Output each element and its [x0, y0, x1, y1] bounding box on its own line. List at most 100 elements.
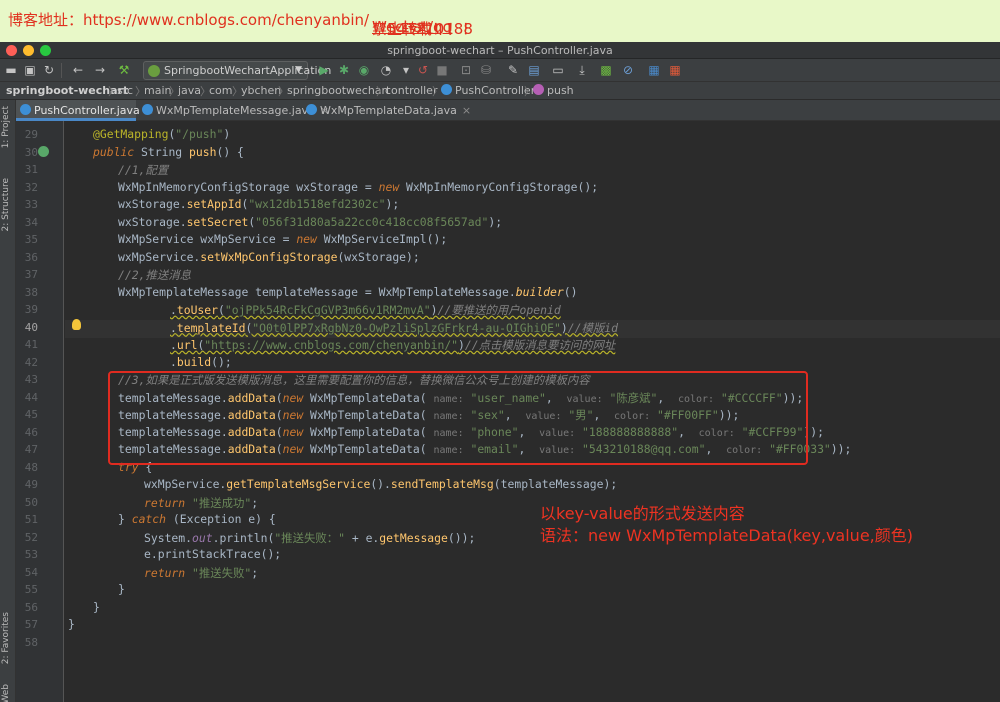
intention-bulb-icon[interactable] — [72, 319, 81, 330]
translate-icon[interactable]: ▦ — [646, 62, 662, 78]
code-line-41: .url("https://www.cnblogs.com/chenyanbin… — [170, 338, 616, 352]
profile-icon[interactable]: ◔ — [378, 62, 394, 78]
sync-icon[interactable]: ↻ — [41, 62, 57, 78]
method-icon — [533, 84, 544, 95]
code-line-30: public String push() { — [93, 144, 244, 159]
line-number: 35 — [24, 233, 38, 246]
wrench-icon[interactable]: ✎ — [505, 62, 521, 78]
line-number: 44 — [24, 390, 38, 404]
line-number: 41 — [24, 338, 38, 351]
code-line-55: } — [118, 582, 125, 596]
tab-template-message[interactable]: WxMpTemplateMessage.java × — [138, 100, 329, 121]
toolbar-separator — [61, 63, 62, 78]
close-icon[interactable]: × — [462, 104, 471, 117]
spring-icon — [148, 65, 160, 77]
more-run-icon[interactable]: ▾ — [398, 62, 414, 78]
line-number: 51 — [24, 513, 38, 526]
breadcrumb-main[interactable]: main — [144, 84, 171, 97]
web-tool-tab[interactable]: Web — [1, 684, 11, 702]
code-line-49: wxMpService.getTemplateMsgService().send… — [144, 477, 618, 491]
breadcrumb-java[interactable]: java — [178, 84, 201, 97]
code-line-54: return "推送失败"; — [144, 565, 259, 580]
open-folder-icon[interactable]: ▬ — [3, 62, 19, 78]
stop-icon[interactable]: ■ — [434, 62, 450, 78]
breadcrumb-method[interactable]: push — [533, 84, 574, 97]
line-number: 48 — [24, 460, 38, 474]
line-number: 56 — [24, 600, 38, 614]
chevron-down-icon: ▼ — [295, 65, 302, 75]
save-icon[interactable]: ▣ — [22, 62, 38, 78]
annotation-note: 以key-value的形式发送内容 语法：new WxMpTemplateDat… — [540, 503, 960, 547]
project-tool-tab[interactable]: 1: Project — [1, 106, 11, 148]
run-gutter-icon[interactable] — [38, 146, 49, 157]
line-number: 55 — [24, 583, 38, 596]
line-number: 57 — [24, 618, 38, 631]
line-number-gutter[interactable]: 29 30 31 32 33 34 35 36 37 38 39 40 41 42 43 44 45 46 47 48… — [16, 121, 64, 702]
left-tool-strip: 1: Project 2: Structure 2: Favorites Web — [0, 100, 16, 702]
tab-label: PushController.java — [34, 104, 140, 117]
coverage-icon[interactable]: ◉ — [356, 62, 372, 78]
line-number: 32 — [24, 180, 38, 194]
structure-tool-tab[interactable]: 2: Structure — [1, 178, 11, 232]
breadcrumb: springboot-wechart 〉 src 〉 main 〉 java 〉… — [0, 82, 1000, 100]
code-line-34: wxStorage.setSecret("056f31d80a5a22cc0c4… — [118, 214, 503, 229]
breadcrumb-method-label: push — [547, 84, 574, 97]
code-line-36: wxMpService.setWxMpConfigStorage(wxStora… — [118, 249, 420, 264]
debug-icon[interactable]: ✱ — [336, 62, 352, 78]
rerun-icon[interactable]: ↺ — [415, 62, 431, 78]
line-number: 52 — [24, 530, 38, 544]
line-number: 45 — [24, 408, 38, 421]
forward-arrow-icon[interactable]: → — [92, 62, 108, 78]
code-line-50: return "推送成功"; — [144, 495, 259, 510]
line-number: 54 — [24, 565, 38, 579]
build-hammer-icon[interactable]: ⚒ — [116, 62, 132, 78]
tab-template-data[interactable]: WxMpTemplateData.java × — [302, 100, 471, 121]
breadcrumb-class[interactable]: PushController — [441, 84, 535, 97]
tab-push-controller[interactable]: PushController.java× — [16, 100, 154, 121]
code-line-51: } catch (Exception e) { — [118, 512, 276, 526]
window-title: springboot-wechart – PushController.java — [387, 44, 613, 57]
line-number: 53 — [24, 548, 38, 561]
monitor-icon[interactable]: ▩ — [598, 62, 614, 78]
run-configuration-select[interactable]: SpringbootWechartApplication ▼ — [143, 61, 331, 80]
plugin-icon[interactable]: ▦ — [667, 62, 683, 78]
breadcrumb-com[interactable]: com — [209, 84, 233, 97]
class-icon — [142, 104, 153, 115]
banner-contact-value: ：543210188 — [372, 20, 473, 38]
editor-tab-bar: PushController.java× WxMpTemplateMessage… — [16, 100, 1000, 121]
code-line-40: .templateId("O0t0lPP7xRgbNz0-OwPzliSplzG… — [170, 320, 618, 335]
line-number: 58 — [24, 635, 38, 649]
breadcrumb-src[interactable]: src — [117, 84, 133, 97]
database-icon[interactable]: ⛁ — [478, 62, 494, 78]
line-number: 40 — [24, 320, 38, 334]
annotation-line-1: 以key-value的形式发送内容 — [540, 504, 745, 523]
line-number: 39 — [24, 303, 38, 316]
back-arrow-icon[interactable]: ← — [70, 62, 86, 78]
download-icon[interactable]: ⤓ — [574, 62, 590, 78]
line-number: 46 — [24, 425, 38, 439]
run-icon[interactable]: ▶ — [316, 62, 332, 78]
code-line-39: .toUser("ojPPk54RcFkCgGVP3m66v1RM2mvA")/… — [170, 303, 561, 317]
code-line-53: e.printStackTrace(); — [144, 547, 282, 561]
line-number: 34 — [24, 215, 38, 229]
run-configuration-label: SpringbootWechartApplication — [164, 64, 332, 77]
code-line-56: } — [93, 599, 100, 614]
banner-site: 博客地址：https://www.cnblogs.com/chenyanbin/ — [8, 11, 370, 29]
breadcrumb-controller[interactable]: controller — [385, 84, 437, 97]
line-number: 49 — [24, 478, 38, 491]
attach-debugger-icon[interactable]: ⊡ — [458, 62, 474, 78]
class-icon — [306, 104, 317, 115]
favorites-tool-tab[interactable]: 2: Favorites — [1, 612, 11, 664]
code-line-52: System.out.println("推送失败：" + e.getMessag… — [144, 530, 476, 545]
code-line-38: WxMpTemplateMessage templateMessage = Wx… — [118, 284, 578, 299]
line-number: 38 — [24, 285, 38, 299]
tab-label: WxMpTemplateData.java — [320, 104, 457, 117]
main-toolbar: ▬ ▣ ↻ ← → ⚒ SpringbootWechartApplication… — [0, 59, 1000, 82]
block-icon[interactable]: ⊘ — [620, 62, 636, 78]
project-structure-icon[interactable]: ▤ — [526, 62, 542, 78]
blog-banner: 博客地址：https://www.cnblogs.com/chenyanbin/… — [0, 0, 1000, 42]
line-number: 50 — [24, 495, 38, 509]
breadcrumb-ybchen[interactable]: ybchen — [241, 84, 281, 97]
terminal-icon[interactable]: ▭ — [550, 62, 566, 78]
breadcrumb-package[interactable]: springbootwechart — [287, 84, 390, 97]
